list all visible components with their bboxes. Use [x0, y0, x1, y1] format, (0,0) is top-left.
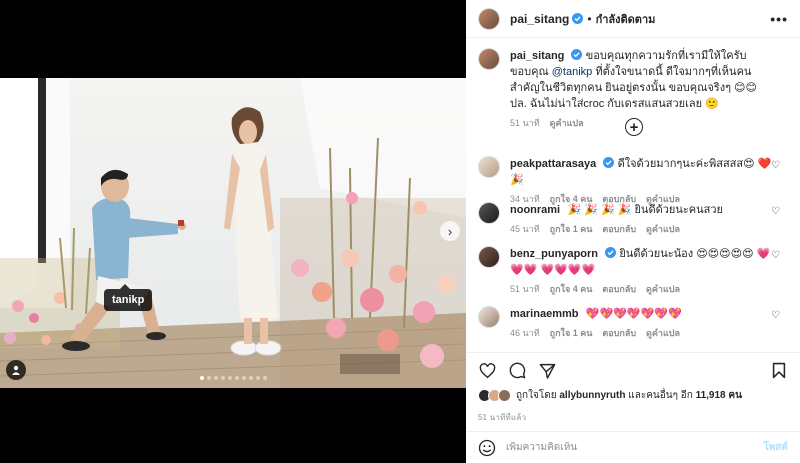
next-slide-button[interactable]: ›	[440, 221, 460, 241]
share-button[interactable]	[538, 362, 556, 380]
likes-middle: และคนอื่นๆ อีก	[628, 390, 693, 401]
translate-link[interactable]: ดูคำแปล	[646, 282, 680, 297]
comment-meta: 45 นาที ถูกใจ 1 คน ตอบกลับ ดูคำแปล	[510, 222, 772, 237]
comment-icon	[509, 362, 525, 379]
comment-time[interactable]: 46 นาที	[510, 326, 540, 341]
comment-meta: 51 นาที ถูกใจ 4 คน ตอบกลับ ดูคำแปล	[510, 282, 772, 297]
comments-scroll-area[interactable]: pai_sitang ขอบคุณทุกความรักที่เรามีให้ใค…	[466, 38, 800, 352]
comment-meta: 46 นาที ถูกใจ 1 คน ตอบกลับ ดูคำแปล	[510, 326, 772, 341]
post-photo[interactable]: › tanikp	[0, 78, 466, 388]
likes-summary: ถูกใจโดย allybunnyruth และคนอื่นๆ อีก 11…	[478, 388, 742, 403]
comment-row: marinaemmb 💖💖💖💖💖💖💖 46 นาที ถูกใจ 1 คน ตอ…	[478, 306, 790, 341]
comment-time[interactable]: 45 นาที	[510, 222, 540, 237]
avatar[interactable]	[478, 246, 500, 268]
caption-author[interactable]: pai_sitang	[510, 50, 564, 62]
avatar	[498, 389, 511, 402]
posted-time[interactable]: 51 นาทีที่แล้ว	[478, 411, 526, 424]
comment-username[interactable]: benz_punyaporn	[510, 248, 598, 260]
reply-button[interactable]: ตอบกลับ	[602, 222, 636, 237]
plus-icon: +	[629, 118, 639, 136]
likes-prefix: ถูกใจโดย	[516, 390, 557, 401]
likes-suffix[interactable]: คน	[728, 390, 742, 401]
chevron-right-icon: ›	[447, 223, 453, 239]
user-tag-label[interactable]: tanikp	[104, 284, 153, 311]
comment-likes[interactable]: ถูกใจ 4 คน	[550, 282, 593, 297]
save-button[interactable]	[770, 362, 788, 380]
carousel-indicator	[0, 376, 466, 380]
carousel-dot	[199, 376, 204, 380]
carousel-dot	[220, 376, 225, 380]
comment-row: benz_punyaporn ยินดีด้วยนะน้อง 😍😍😍😍😍 💗💗💗…	[478, 246, 790, 297]
comment-time[interactable]: 51 นาที	[510, 282, 540, 297]
like-comment-heart-icon[interactable]: ♡	[771, 160, 780, 171]
comment-composer: โพสต์	[466, 431, 800, 463]
verified-badge-icon	[571, 49, 583, 60]
comment-row: noonrami 🎉 🎉 🎉 🎉 ยินดีด้วยนะคนสวย 45 นาท…	[478, 202, 790, 237]
translate-link[interactable]: ดูคำแปล	[550, 116, 584, 131]
avatar[interactable]	[478, 48, 500, 70]
comment-text: 🎉 🎉 🎉 🎉 ยินดีด้วยนะคนสวย	[567, 204, 723, 216]
load-more-comments-button[interactable]: +	[625, 118, 643, 136]
more-options-icon[interactable]: •••	[770, 11, 788, 27]
post-details-panel: pai_sitang • กำลังติดตาม ••• pai_sitang …	[466, 0, 800, 463]
author-username[interactable]: pai_sitang	[510, 12, 569, 26]
post-header: pai_sitang • กำลังติดตาม •••	[466, 0, 800, 38]
follow-status-button[interactable]: กำลังติดตาม	[596, 10, 656, 28]
heart-icon	[479, 362, 495, 378]
translate-link[interactable]: ดูคำแปล	[646, 326, 680, 341]
media-viewer: › tanikp	[0, 0, 466, 463]
like-comment-heart-icon[interactable]: ♡	[771, 310, 780, 321]
liker-username[interactable]: allybunnyruth	[559, 390, 625, 401]
comment-likes[interactable]: ถูกใจ 1 คน	[550, 326, 593, 341]
reply-button[interactable]: ตอบกลับ	[602, 326, 636, 341]
post-actions-bar	[466, 352, 800, 388]
carousel-dot	[206, 376, 211, 380]
comment-row: peakpattarasaya ดีใจด้วยมากๆนะค่ะพิสสสส😍…	[478, 156, 790, 207]
caption-time[interactable]: 51 นาที	[510, 116, 540, 131]
post-comment-button[interactable]: โพสต์	[763, 440, 788, 455]
avatar[interactable]	[478, 7, 500, 30]
comment-likes[interactable]: ถูกใจ 1 คน	[550, 222, 593, 237]
user-icon	[12, 365, 20, 375]
separator-dot: •	[587, 11, 592, 26]
comment-username[interactable]: marinaemmb	[510, 308, 578, 320]
comment-text: 💖💖💖💖💖💖💖	[585, 308, 682, 320]
comment-input[interactable]	[506, 442, 764, 453]
carousel-dot	[234, 376, 239, 380]
verified-badge-icon	[572, 13, 584, 24]
carousel-dot	[262, 376, 267, 380]
avatar[interactable]	[478, 156, 500, 178]
comment-username[interactable]: peakpattarasaya	[510, 158, 596, 170]
carousel-dot	[255, 376, 260, 380]
proposal-scene-image	[0, 78, 466, 388]
likes-count[interactable]: 11,918	[696, 390, 726, 401]
comment-username[interactable]: noonrami	[510, 204, 560, 216]
like-comment-heart-icon[interactable]: ♡	[771, 250, 780, 261]
carousel-dot	[241, 376, 246, 380]
translate-link[interactable]: ดูคำแปล	[646, 222, 680, 237]
carousel-dot	[213, 376, 218, 380]
post-modal: › tanikp pai_sitang • กำลังติดตาม ••• pa…	[0, 0, 800, 463]
emoji-icon[interactable]	[478, 439, 496, 457]
carousel-dot	[248, 376, 253, 380]
verified-badge-icon	[605, 247, 617, 258]
like-comment-heart-icon[interactable]: ♡	[771, 206, 780, 217]
reply-button[interactable]: ตอบกลับ	[602, 282, 636, 297]
bookmark-icon	[772, 362, 786, 379]
send-icon	[539, 363, 555, 379]
like-button[interactable]	[478, 362, 496, 380]
carousel-dot	[227, 376, 232, 380]
verified-badge-icon	[603, 157, 615, 168]
comment-button[interactable]	[508, 362, 526, 380]
avatar[interactable]	[478, 306, 500, 328]
avatar[interactable]	[478, 202, 500, 224]
caption-mention-link[interactable]: @tanikp	[552, 66, 593, 78]
